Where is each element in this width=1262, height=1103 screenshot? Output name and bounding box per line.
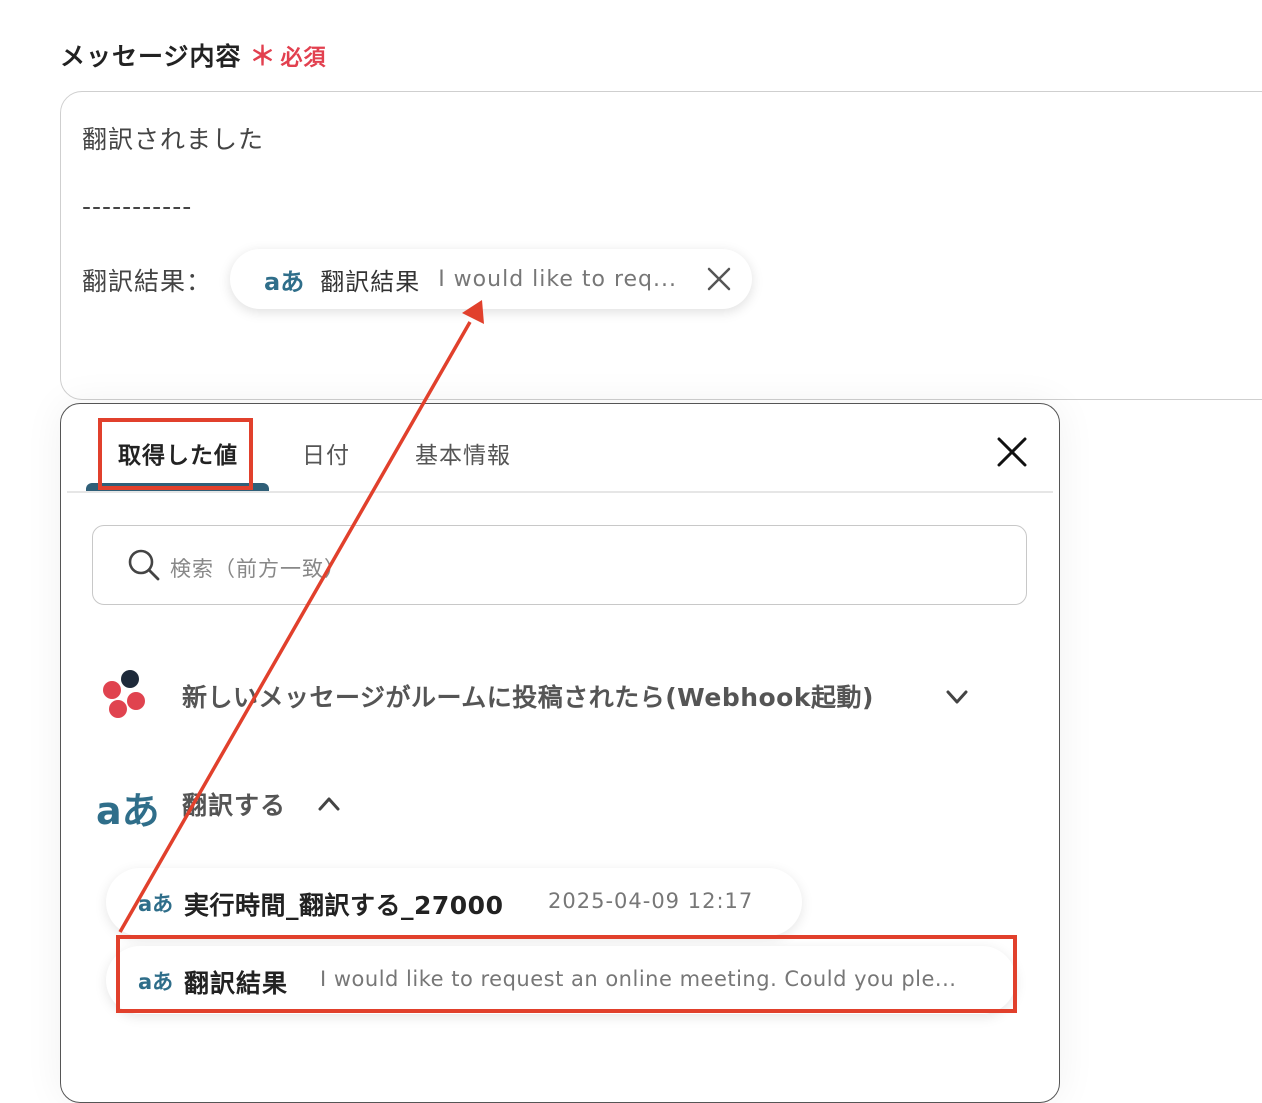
search-icon [128, 549, 160, 581]
list-item-translation-result[interactable]: aあ 翻訳結果 I would like to request an onlin… [106, 946, 1016, 1014]
translate-icon: aあ [96, 789, 160, 833]
required-asterisk: ＊ [249, 42, 277, 72]
close-icon[interactable] [994, 434, 1030, 470]
tab-basic-info[interactable]: 基本情報 [415, 436, 511, 470]
field-label: メッセージ内容＊必須 [60, 36, 327, 73]
item-name: 実行時間_翻訳する_27000 [184, 891, 504, 920]
item-name: 翻訳結果 [184, 969, 289, 998]
chevron-down-icon[interactable] [942, 683, 972, 711]
translate-icon: aあ [138, 970, 174, 994]
tabs-divider [67, 491, 1053, 493]
translate-icon: aあ [264, 267, 305, 296]
translate-icon: aあ [138, 892, 174, 916]
required-text: 必須 [280, 46, 327, 71]
active-tab-indicator [86, 483, 269, 491]
chatwork-logo-icon [103, 670, 145, 718]
chip-value: I would like to req... [438, 266, 677, 292]
editor-line-2: ----------- [82, 192, 193, 221]
tab-date[interactable]: 日付 [302, 436, 350, 470]
item-value: I would like to request an online meetin… [320, 967, 957, 991]
group-label-webhook-trigger[interactable]: 新しいメッセージがルームに投稿されたら(Webhook起動) [182, 678, 874, 714]
search-placeholder: 検索（前方一致） [170, 557, 346, 581]
item-value: 2025-04-09 12:17 [548, 889, 754, 913]
field-label-text: メッセージ内容 [60, 42, 242, 71]
variable-chip[interactable]: aあ 翻訳結果 I would like to req... [230, 249, 752, 309]
remove-chip-icon[interactable] [704, 264, 734, 294]
list-item-execution-time[interactable]: aあ 実行時間_翻訳する_27000 2025-04-09 12:17 [106, 868, 802, 936]
chip-name: 翻訳結果 [320, 267, 421, 296]
group-label-translate[interactable]: 翻訳する [182, 786, 286, 822]
editor-line-3-label: 翻訳結果： [82, 267, 213, 296]
tab-acquired-values[interactable]: 取得した値 [118, 436, 238, 470]
chevron-up-icon[interactable] [314, 790, 344, 818]
editor-line-1: 翻訳されました [82, 125, 265, 154]
